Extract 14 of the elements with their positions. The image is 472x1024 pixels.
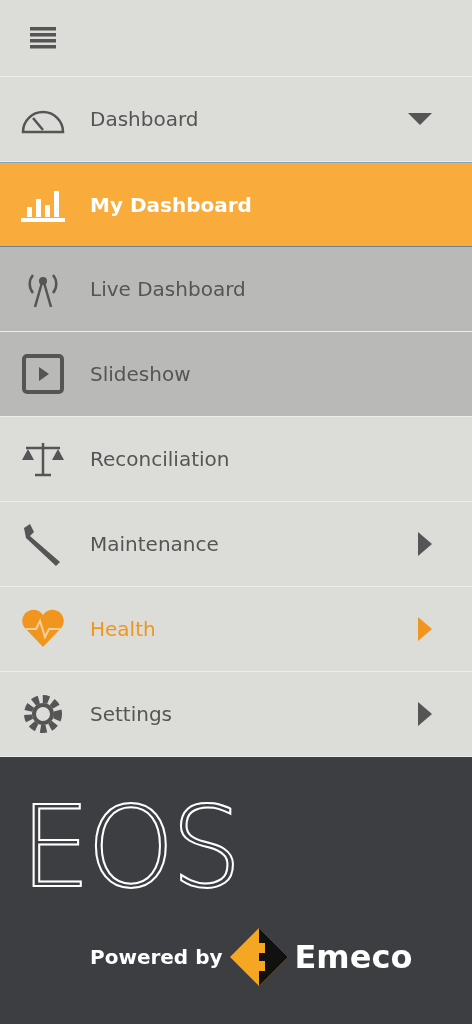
submenu-item[interactable]: Slideshow: [0, 332, 472, 417]
brand-name: Emeco: [294, 938, 413, 976]
heart-icon: [20, 609, 66, 649]
play-icon: [21, 353, 65, 395]
submenu-item[interactable]: Live Dashboard: [0, 247, 472, 332]
caret-right-icon[interactable]: [418, 532, 432, 556]
menu-icon[interactable]: [28, 25, 58, 51]
powered-by-text: Powered by: [90, 945, 223, 969]
app-logo: EOS: [20, 791, 238, 903]
caret-right-icon[interactable]: [418, 702, 432, 726]
caret-down-icon[interactable]: [408, 113, 432, 125]
gear-icon: [21, 692, 65, 736]
diamond-logo-icon: [228, 927, 289, 987]
scales-icon: [20, 440, 66, 478]
